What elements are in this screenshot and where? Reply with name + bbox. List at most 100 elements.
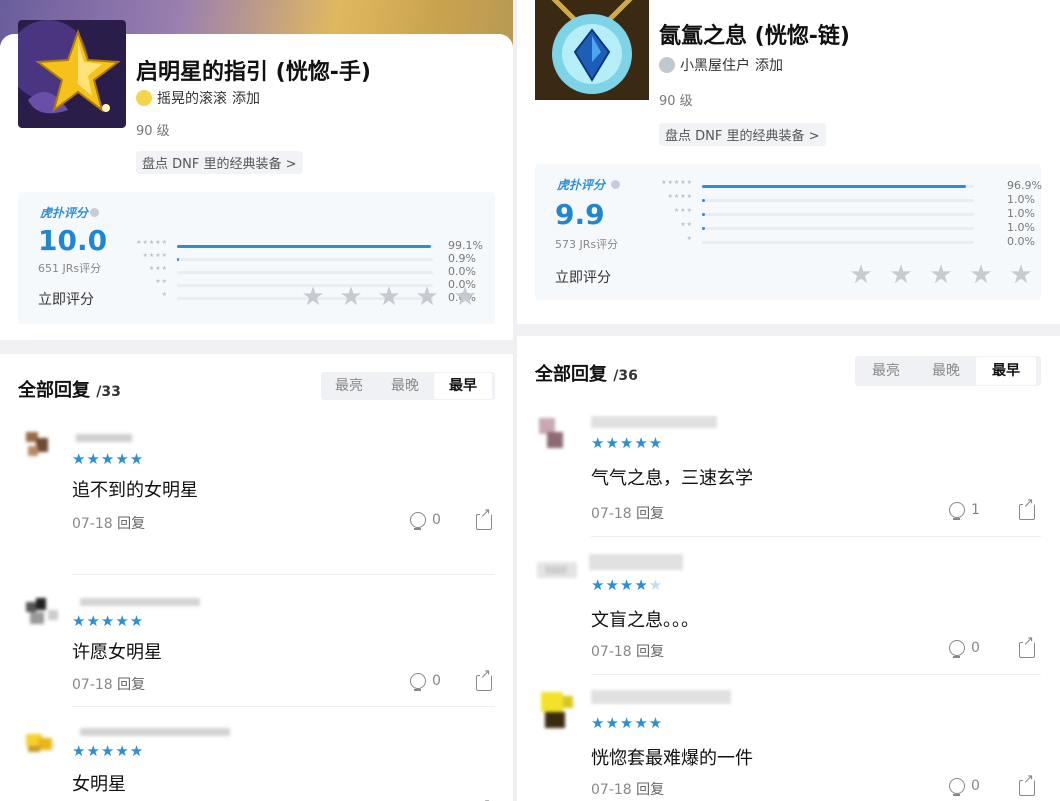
author-name[interactable]: 摇晃的滚滚: [157, 88, 227, 108]
rating-score: 9.9: [555, 198, 605, 231]
user-avatar[interactable]: [22, 596, 62, 630]
author-row: 摇晃的滚滚 添加: [136, 88, 260, 108]
like-button[interactable]: 0: [949, 640, 980, 658]
sort-tab-earliest[interactable]: 最早: [434, 373, 492, 399]
rating-bar-fill: [702, 199, 705, 202]
user-avatar[interactable]: [537, 414, 567, 454]
share-icon[interactable]: [476, 507, 492, 530]
like-button[interactable]: 1: [949, 502, 980, 520]
rating-brand-logo: 虎扑评分: [40, 206, 89, 220]
reply-meta: 07-18 回复: [591, 779, 664, 799]
item-title: 氤氲之息 (恍惚-链): [659, 24, 850, 49]
tag-link[interactable]: 盘点 DNF 里的经典装备 >: [659, 123, 826, 146]
user-avatar[interactable]: [22, 428, 56, 462]
item-cover-image[interactable]: [535, 0, 649, 100]
rate-star-1-icon[interactable]: ★: [294, 282, 332, 312]
reply-item: ★★★★★ 恍惚套最难爆的一件 07-18 回复 0: [517, 680, 1060, 801]
rate-stars-input[interactable]: ★ ★ ★ ★ ★: [294, 282, 484, 312]
reply-item: ★★★★★ 女明星 07-18 广东 回复 0: [0, 686, 513, 801]
replies-count: /36: [613, 368, 638, 384]
author-avatar[interactable]: [136, 90, 152, 106]
like-button[interactable]: 0: [949, 778, 980, 796]
rate-now-label: 立即评分: [555, 270, 611, 286]
rate-star-5-icon[interactable]: ★: [1001, 260, 1041, 290]
reply-button[interactable]: 回复: [636, 506, 664, 522]
author-avatar[interactable]: [659, 57, 675, 73]
user-avatar[interactable]: [537, 688, 577, 734]
replies-header-label: 全部回复: [18, 380, 90, 401]
info-icon[interactable]: [611, 180, 620, 189]
rate-star-3-icon[interactable]: ★: [921, 260, 961, 290]
rate-star-4-icon[interactable]: ★: [961, 260, 1001, 290]
reply-rating-stars: ★★★★★: [72, 742, 145, 760]
item-card: 启明星的指引 (恍惚-手) 摇晃的滚滚 添加 90 级 盘点 DNF 里的经典装…: [0, 20, 513, 801]
author-action: 添加: [232, 91, 260, 107]
rating-bar-fill: [702, 213, 705, 216]
lightbulb-icon: [949, 502, 965, 520]
rate-star-5-icon[interactable]: ★: [446, 282, 484, 312]
level-label: 90 级: [659, 94, 693, 109]
rating-bar-percent: 0.0%: [1007, 235, 1035, 248]
username[interactable]: [591, 416, 717, 428]
like-button[interactable]: 0: [410, 512, 441, 530]
rating-bar-stars: ★★★: [148, 265, 168, 272]
rating-bar-stars: ★★★★★: [136, 239, 168, 246]
user-avatar[interactable]: [537, 562, 577, 578]
user-avatar[interactable]: [22, 728, 58, 758]
author-name[interactable]: 小黑屋住户: [680, 55, 750, 75]
rating-bar-stars: ★★★: [673, 207, 693, 214]
sort-tab-brightest[interactable]: 最亮: [855, 356, 917, 386]
rating-bar-fill: [177, 245, 431, 248]
reply-button[interactable]: 回复: [117, 516, 145, 532]
share-icon[interactable]: [1019, 497, 1035, 520]
section-divider: [0, 340, 513, 354]
reply-item: ★★★★★ 文盲之息。。。 07-18 回复 0: [517, 540, 1060, 675]
username[interactable]: [80, 728, 230, 736]
rating-bar-percent: 1.0%: [1007, 193, 1035, 206]
rate-star-2-icon[interactable]: ★: [881, 260, 921, 290]
username[interactable]: [589, 554, 683, 570]
rating-bar-stars: ★★★★: [142, 252, 168, 259]
info-icon[interactable]: [90, 208, 99, 217]
rate-star-1-icon[interactable]: ★: [841, 260, 881, 290]
sort-tab-earliest[interactable]: 最早: [976, 357, 1036, 385]
rating-bar-track: [177, 258, 433, 261]
rating-bar-percent: 99.1%: [448, 239, 483, 252]
rating-bar-fill: [702, 227, 705, 230]
rating-bar-track: [177, 271, 433, 274]
rating-score: 10.0: [38, 224, 108, 257]
username[interactable]: [591, 690, 731, 704]
rate-stars-input[interactable]: ★ ★ ★ ★ ★: [841, 260, 1041, 290]
username[interactable]: [76, 434, 132, 442]
tag-link[interactable]: 盘点 DNF 里的经典装备 >: [136, 151, 303, 174]
item-cover-image[interactable]: [18, 20, 126, 128]
like-count: 0: [971, 640, 980, 656]
rating-bar-track: [702, 199, 974, 202]
reply-item: ★★★★★ 追不到的女明星 07-18 回复 0: [0, 424, 513, 575]
reply-text: 气气之息，三速玄学: [591, 468, 753, 489]
rating-box: 虎扑评分 10.0 651 JRs评分 立即评分 ★★★★★ 99.1% ★★★★ 0…: [18, 192, 495, 324]
rate-star-2-icon[interactable]: ★: [332, 282, 370, 312]
section-divider: [517, 324, 1060, 336]
rate-star-4-icon[interactable]: ★: [408, 282, 446, 312]
rating-count: 573 JRs评分: [555, 238, 619, 251]
reply-button[interactable]: 回复: [636, 644, 664, 660]
replies-header-label: 全部回复: [535, 364, 607, 385]
rate-star-3-icon[interactable]: ★: [370, 282, 408, 312]
share-icon[interactable]: [1019, 773, 1035, 796]
sort-tab-latest[interactable]: 最晚: [917, 356, 975, 386]
author-action: 添加: [755, 58, 783, 74]
rating-bar-track: [702, 241, 974, 244]
rating-brand-logo: 虎扑评分: [557, 178, 606, 192]
username[interactable]: [80, 598, 200, 606]
reply-date: 07-18: [591, 506, 632, 522]
reply-text: 文盲之息。。。: [591, 610, 699, 631]
author-row: 小黑屋住户 添加: [659, 55, 783, 75]
sort-tab-latest[interactable]: 最晚: [377, 372, 433, 400]
replies-header: 全部回复 /33: [18, 376, 121, 402]
sort-tab-brightest[interactable]: 最亮: [321, 372, 377, 400]
divider: [591, 674, 1041, 675]
like-count: 0: [971, 778, 980, 794]
reply-button[interactable]: 回复: [636, 782, 664, 798]
share-icon[interactable]: [1019, 635, 1035, 658]
